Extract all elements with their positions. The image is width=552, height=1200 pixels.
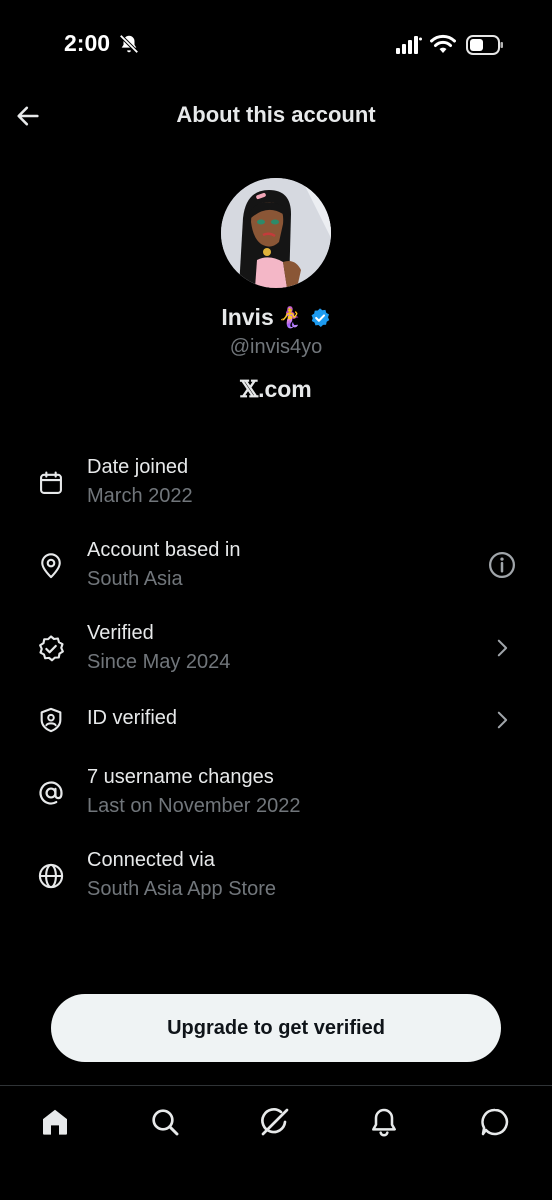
nav-grok[interactable] bbox=[255, 1102, 295, 1142]
site-suffix: .com bbox=[258, 376, 312, 402]
home-icon bbox=[43, 1109, 67, 1135]
info-row-date-joined: Date joined March 2022 bbox=[0, 452, 552, 522]
wifi-icon bbox=[430, 34, 456, 53]
calendar-icon bbox=[34, 466, 68, 500]
info-row-account-based-in: Account based in South Asia bbox=[0, 536, 552, 606]
grok-icon bbox=[261, 1108, 289, 1136]
nav-notifications[interactable] bbox=[364, 1102, 404, 1142]
info-row-username-changes: 7 username changes Last on November 2022 bbox=[0, 763, 552, 833]
info-icon[interactable] bbox=[486, 549, 518, 581]
bottom-nav bbox=[0, 1085, 552, 1200]
info-value: March 2022 bbox=[87, 485, 193, 507]
info-value: Last on November 2022 bbox=[87, 795, 301, 817]
battery-icon bbox=[466, 35, 503, 55]
info-label: Date joined bbox=[87, 456, 189, 478]
upgrade-button[interactable]: Upgrade to get verified bbox=[51, 994, 501, 1062]
info-label: Account based in bbox=[87, 539, 241, 561]
bell-off-icon bbox=[119, 34, 139, 54]
mermaid-emoji: 🧜‍♀️ bbox=[277, 306, 303, 329]
status-time: 2:00 bbox=[64, 30, 111, 56]
globe-icon bbox=[34, 859, 68, 893]
info-value: South Asia bbox=[87, 568, 183, 590]
x-logo-icon: 𝕏 bbox=[240, 376, 259, 403]
info-row-verified[interactable]: Verified Since May 2024 bbox=[0, 619, 552, 689]
info-value: South Asia App Store bbox=[87, 878, 277, 900]
info-row-id-verified[interactable]: ID verified bbox=[0, 690, 552, 760]
chevron-right-icon[interactable] bbox=[486, 632, 518, 664]
info-row-connected-via: Connected via South Asia App Store bbox=[0, 846, 552, 916]
status-bar: 2:00 bbox=[0, 0, 552, 90]
at-sign-icon bbox=[34, 776, 68, 810]
info-label: ID verified bbox=[87, 707, 178, 729]
display-name-row: Invis 🧜‍♀️ bbox=[0, 304, 552, 331]
avatar[interactable] bbox=[221, 178, 331, 288]
page-title: About this account bbox=[176, 102, 376, 127]
id-shield-icon bbox=[34, 703, 68, 737]
nav-search[interactable] bbox=[145, 1102, 185, 1142]
info-label: 7 username changes bbox=[87, 766, 274, 788]
user-handle: @invis4yo bbox=[229, 336, 323, 358]
chevron-right-icon[interactable] bbox=[486, 704, 518, 736]
info-label: Verified bbox=[87, 622, 154, 644]
cellular-signal-icon bbox=[396, 36, 422, 54]
search-icon bbox=[152, 1109, 179, 1136]
site-label: 𝕏.com bbox=[0, 376, 552, 403]
nav-home[interactable] bbox=[35, 1102, 75, 1142]
chat-icon bbox=[481, 1108, 509, 1136]
location-pin-icon bbox=[34, 549, 68, 583]
verified-badge-icon[interactable] bbox=[309, 307, 331, 329]
nav-messages[interactable] bbox=[475, 1102, 515, 1142]
verified-badge-outline-icon bbox=[34, 632, 68, 666]
info-label: Connected via bbox=[87, 849, 215, 871]
info-value: Since May 2024 bbox=[87, 651, 231, 673]
bell-icon bbox=[372, 1108, 396, 1137]
display-name: Invis bbox=[221, 304, 274, 330]
